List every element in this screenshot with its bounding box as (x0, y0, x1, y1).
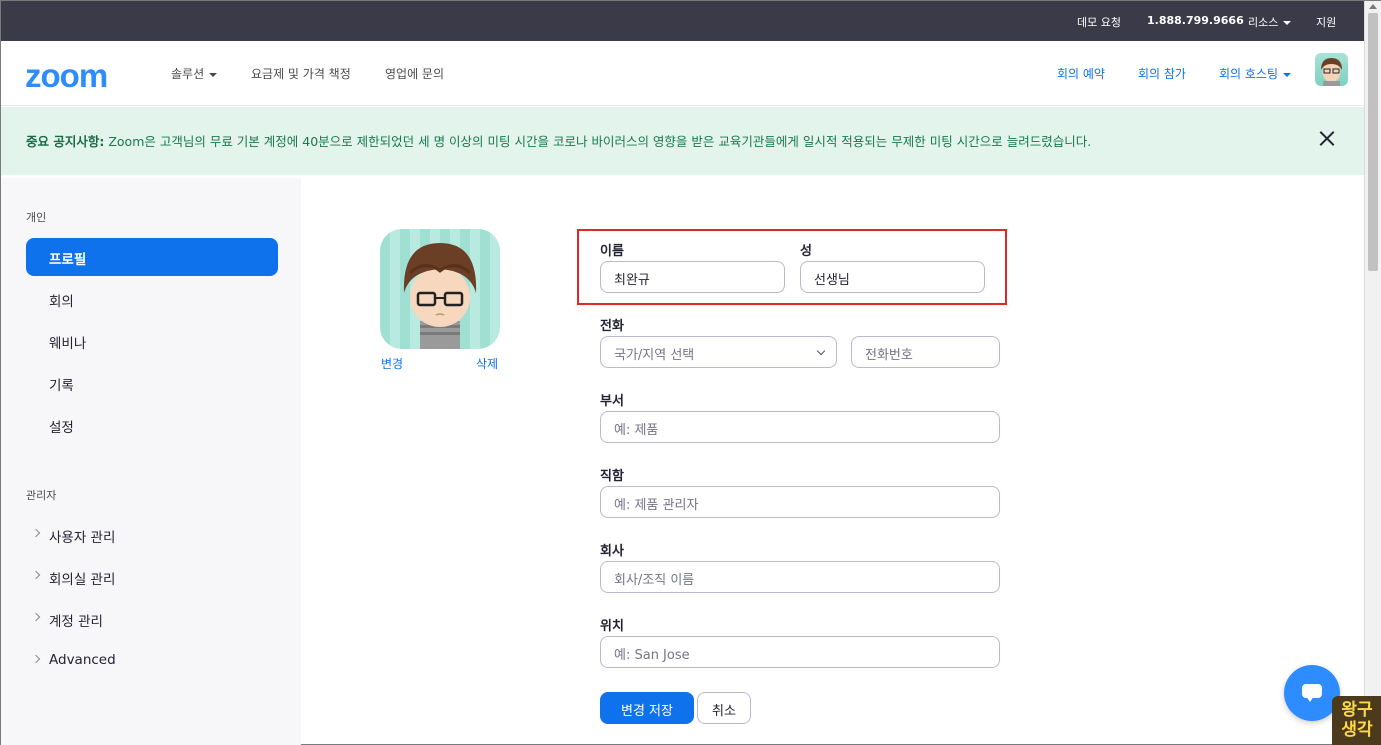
save-changes-button[interactable]: 변경 저장 (600, 692, 694, 724)
notice-body: Zoom은 고객님의 무료 기본 계정에 40분으로 제한되었던 세 명 이상의… (108, 134, 1092, 149)
chevron-down-icon (816, 346, 826, 356)
company-label: 회사 (600, 544, 624, 559)
schedule-meeting-link[interactable]: 회의 예약 (1057, 65, 1105, 82)
job-title-label: 직함 (600, 469, 624, 484)
sidebar-item-advanced[interactable]: Advanced (26, 642, 278, 680)
sidebar-item-label: 사용자 관리 (49, 530, 116, 546)
notice-banner: 중요 공지사항: Zoom은 고객님의 무료 기본 계정에 40분으로 제한되었… (1, 107, 1364, 175)
sidebar-item-settings[interactable]: 설정 (26, 406, 278, 444)
sidebar-section-admin: 관리자 (26, 489, 57, 502)
chevron-right-icon (31, 612, 41, 622)
location-label: 위치 (600, 619, 624, 634)
chevron-down-icon (209, 72, 218, 77)
nav-solutions[interactable]: 솔루션 (171, 65, 218, 82)
phone-number-placeholder: 전화번호 (865, 348, 913, 363)
chevron-right-icon (31, 528, 41, 538)
notice-title: 중요 공지사항: (26, 134, 105, 149)
company-field[interactable]: 회사/조직 이름 (600, 561, 1000, 593)
close-icon[interactable] (1316, 128, 1338, 150)
chevron-down-icon (1283, 72, 1292, 77)
nav-contact-sales[interactable]: 영업에 문의 (385, 65, 444, 82)
resources-menu[interactable]: 리소스 (1248, 14, 1292, 30)
resources-label: 리소스 (1248, 16, 1279, 29)
phone-label: 전화 (600, 319, 624, 334)
country-select[interactable]: 국가/지역 선택 (600, 336, 837, 368)
sidebar-item-recordings[interactable]: 기록 (26, 364, 278, 402)
sidebar-item-label: 계정 관리 (49, 614, 103, 630)
top-utility-bar: 데모 요청 1.888.799.9666 리소스 지원 (1, 1, 1364, 41)
delete-photo-link[interactable]: 삭제 (476, 355, 498, 372)
profile-image (403, 243, 477, 349)
sidebar-section-personal: 개인 (26, 211, 47, 224)
first-name-value: 최완규 (614, 273, 650, 288)
join-meeting-link[interactable]: 회의 참가 (1138, 65, 1186, 82)
scroll-up-arrow-icon[interactable] (1369, 4, 1377, 9)
nav-pricing[interactable]: 요금제 및 가격 책정 (251, 65, 351, 82)
last-name-field[interactable]: 선생님 (800, 261, 985, 293)
chevron-right-icon (31, 654, 41, 664)
job-title-field[interactable]: 예: 제품 관리자 (600, 486, 1000, 518)
country-select-placeholder: 국가/지역 선택 (614, 348, 695, 363)
scrollbar-thumb[interactable] (1368, 13, 1378, 271)
sidebar-item-profile[interactable]: 프로필 (26, 238, 278, 276)
sidebar-item-label: Advanced (49, 652, 116, 668)
phone-number-field[interactable]: 전화번호 (851, 336, 1000, 368)
zoom-logo[interactable]: zoom (25, 57, 108, 95)
user-avatar[interactable] (1315, 53, 1348, 86)
change-photo-link[interactable]: 변경 (381, 355, 403, 372)
first-name-field[interactable]: 최완규 (600, 261, 785, 293)
chat-bubble-icon (1302, 684, 1322, 702)
avatar-image (1321, 58, 1342, 86)
sidebar-item-meetings[interactable]: 회의 (26, 280, 278, 318)
sidebar-item-account-management[interactable]: 계정 관리 (26, 600, 278, 638)
department-field[interactable]: 예: 제품 (600, 411, 1000, 443)
sidebar-item-room-management[interactable]: 회의실 관리 (26, 558, 278, 596)
nav-solutions-label: 솔루션 (171, 67, 205, 81)
host-meeting-label: 회의 호스팅 (1219, 67, 1279, 81)
sidebar-item-user-management[interactable]: 사용자 관리 (26, 516, 278, 554)
chevron-right-icon (31, 570, 41, 580)
last-name-value: 선생님 (814, 273, 850, 288)
sidebar-item-webinars[interactable]: 웨비나 (26, 322, 278, 360)
notice-text: 중요 공지사항: Zoom은 고객님의 무료 기본 계정에 40분으로 제한되었… (26, 131, 1091, 150)
company-placeholder: 회사/조직 이름 (614, 573, 695, 588)
channel-watermark: 왕구 생각 (1332, 696, 1381, 745)
sidebar: 개인 프로필 회의 웨비나 기록 설정 관리자 사용자 관리 회의실 관리 계정… (1, 178, 301, 745)
department-label: 부서 (600, 394, 624, 409)
watermark-line-1: 왕구 (1341, 700, 1373, 720)
support-link[interactable]: 지원 (1316, 14, 1336, 30)
page-scrollbar[interactable] (1364, 1, 1381, 745)
demo-request-link[interactable]: 데모 요청 (1077, 14, 1121, 30)
department-placeholder: 예: 제품 (614, 423, 659, 438)
first-name-label: 이름 (600, 244, 624, 259)
phone-link[interactable]: 1.888.799.9666 (1147, 14, 1244, 27)
location-field[interactable]: 예: San Jose (600, 636, 1000, 668)
watermark-line-2: 생각 (1341, 720, 1373, 740)
profile-picture[interactable] (380, 229, 500, 349)
job-title-placeholder: 예: 제품 관리자 (614, 498, 699, 513)
cancel-button[interactable]: 취소 (697, 692, 751, 724)
main-header: zoom 솔루션 요금제 및 가격 책정 영업에 문의 회의 예약 회의 참가 … (1, 41, 1364, 106)
chevron-down-icon (1283, 21, 1292, 25)
host-meeting-menu[interactable]: 회의 호스팅 (1219, 65, 1292, 82)
sidebar-item-label: 회의실 관리 (49, 572, 116, 588)
last-name-label: 성 (800, 244, 812, 259)
location-placeholder: 예: San Jose (614, 648, 690, 663)
